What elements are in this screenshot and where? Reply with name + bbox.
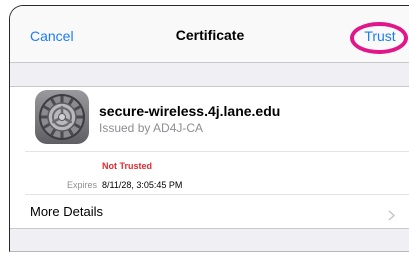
expires-value: 8/11/28, 3:05:45 PM <box>102 180 183 190</box>
page-title: Certificate <box>175 27 245 43</box>
expires-label: Expires <box>66 180 97 190</box>
certificate-issuer: Issued by AD4J-CA <box>99 121 204 135</box>
chevron-right-icon <box>388 208 396 226</box>
certificate-name: secure-wireless.4j.lane.edu <box>99 103 281 119</box>
divider <box>25 151 409 152</box>
certificate-sheet: Cancel Certificate Trust secure-wireless… <box>9 5 409 252</box>
trust-button-label: Trust <box>364 28 396 44</box>
more-details-label: More Details <box>30 204 103 219</box>
trust-button[interactable]: Trust <box>355 26 405 54</box>
gear-icon <box>35 90 89 144</box>
certificate-card: secure-wireless.4j.lane.edu Issued by AD… <box>10 86 409 229</box>
trust-status: Not Trusted <box>102 161 153 171</box>
more-details-row[interactable]: More Details <box>10 195 409 228</box>
navigation-bar: Cancel Certificate Trust <box>10 6 409 63</box>
